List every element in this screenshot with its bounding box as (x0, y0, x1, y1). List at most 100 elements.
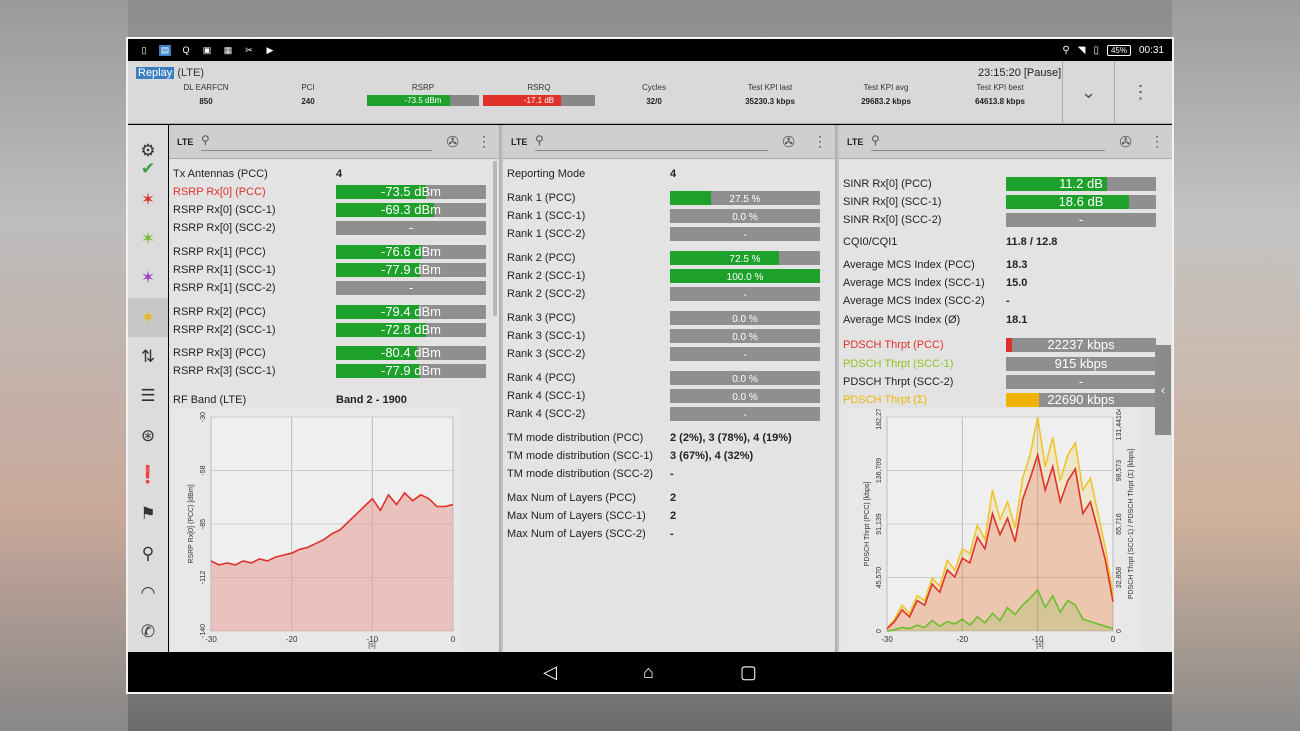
row-label: PDSCH Thrpt (SCC-1) (843, 358, 954, 370)
more-vert-icon[interactable]: ⋮ (813, 133, 827, 150)
star-purple-icon: ✶ (140, 268, 156, 288)
list-icon: ☰ (140, 386, 156, 406)
value-bar: 0.0 % (670, 389, 820, 403)
home-icon[interactable]: ⌂ (643, 662, 654, 683)
search-input[interactable]: ⚲ (871, 133, 1106, 151)
chevron-down-icon: ⌄ (1080, 82, 1097, 102)
row-value: 15.0 (1006, 277, 1028, 289)
sidebar-item-green-star[interactable]: ✶ (128, 220, 168, 259)
rank-row: Rank 2 (SCC-2) - (503, 285, 833, 303)
x-tick-label: -20 (286, 635, 298, 644)
row-label: RSRP Rx[1] (SCC-1) (173, 264, 276, 276)
rsrp-row: RSRP Rx[0] (SCC-2) - (169, 219, 499, 237)
more-vert-icon[interactable]: ⋮ (1150, 133, 1164, 150)
image-icon: ▣ (202, 44, 212, 55)
y-right-tick-label: 131,44164,289 (1116, 409, 1123, 440)
panel-toolbar: LTE ⚲ ✇ ⋮ (169, 125, 499, 159)
bar-value: 22237 kbps (1047, 338, 1115, 352)
location-icon: ⚲ (1062, 44, 1070, 56)
stat-row: Average MCS Index (SCC-2) - (839, 292, 1169, 310)
q-icon: Q (182, 44, 190, 55)
sidebar-item-location[interactable]: ⚲ (128, 534, 168, 573)
bar-value: -76.6 dBm (381, 245, 441, 259)
network-icon[interactable]: ✇ (782, 133, 795, 151)
y-tick-label: -112 (200, 571, 207, 585)
row-label: RSRP Rx[0] (SCC-2) (173, 222, 276, 234)
expand-header-button[interactable]: ⌄ (1062, 61, 1114, 124)
value-bar: -72.8 dBm (336, 323, 486, 337)
rank-row: Rank 2 (SCC-1) 100.0 % (503, 267, 833, 285)
panel-rsrp: LTE ⚲ ✇ ⋮ Tx Antennas (PCC) 4 RSRP Rx[0] … (169, 125, 501, 652)
kpi-rsrp: RSRP -73.5 dBm (367, 83, 479, 106)
tech-label: LTE (177, 136, 194, 147)
search-input[interactable]: ⚲ (201, 133, 433, 151)
more-vert-icon[interactable]: ⋮ (477, 133, 491, 150)
value-bar: 0.0 % (670, 329, 820, 343)
row-label: Rank 4 (PCC) (507, 372, 576, 384)
row-label: CQI0/CQI1 (843, 236, 898, 248)
recents-icon[interactable]: ▢ (740, 662, 757, 683)
row-label: PDSCH Thrpt (SCC-2) (843, 376, 954, 388)
y-axis-label: RSRP Rx[0] (PCC) [dBm] (188, 484, 195, 563)
sidebar-item-calls[interactable]: ✆ (128, 613, 168, 652)
sidebar-item-transfer[interactable]: ⇅ (128, 337, 168, 376)
search-input[interactable]: ⚲ (535, 133, 769, 151)
rsrp-row: RSRP Rx[3] (SCC-1) -77.9 dBm (169, 362, 499, 380)
value-bar: - (336, 281, 486, 295)
panel-sinr: LTE ⚲ ✇ ⋮ SINR Rx[0] (PCC) 11.2 dB SINR Rx… (839, 125, 1172, 652)
alert-icon: ❗ (137, 465, 159, 485)
wifi-icon: ◠ (140, 582, 156, 602)
scrollbar[interactable] (493, 161, 497, 316)
value-bar: 27.5 % (670, 191, 820, 205)
row-label: Rank 1 (SCC-2) (507, 228, 586, 240)
sidebar-item-check[interactable]: ✔ (128, 158, 168, 180)
value-bar: - (1006, 375, 1156, 389)
row-label: Rank 3 (SCC-1) (507, 330, 586, 342)
tech-label: LTE (847, 136, 864, 147)
sidebar-item-list[interactable]: ☰ (128, 377, 168, 416)
back-icon[interactable]: ◁ (543, 662, 557, 683)
row-value: - (670, 468, 674, 480)
side-drawer-handle[interactable]: ‹ (1155, 345, 1171, 435)
network-icon[interactable]: ✇ (1119, 133, 1132, 151)
bar-value: - (1078, 213, 1084, 227)
bar-value: 22690 kbps (1047, 393, 1115, 407)
sidebar-item-alerts[interactable]: ❗ (128, 455, 168, 494)
rsrp-row: RSRP Rx[1] (SCC-1) -77.9 dBm (169, 261, 499, 279)
bar-value: 72.5 % (729, 254, 761, 265)
y-tick-label: -58 (200, 465, 207, 475)
row-label: Max Num of Layers (SCC-1) (507, 510, 646, 522)
sidebar-item-wifi[interactable]: ◠ (128, 573, 168, 612)
bar-value: 0.0 % (732, 212, 758, 223)
status-bar: ▯ ▤ Q ▣ ▦ ✂ ▶ ⚲ ◥ ▯ 45% 00:31 (128, 39, 1172, 61)
x-tick-label: -30 (205, 635, 217, 644)
sidebar-item-aperture[interactable]: ⊛ (128, 416, 168, 455)
value-bar: 22237 kbps (1006, 338, 1156, 352)
rsrp-row: RSRP Rx[3] (PCC) -80.4 dBm (169, 344, 499, 362)
y-right-axis-label: PDSCH Thrpt (SCC-1) / PDSCH Thrpt (Σ) [k… (1128, 449, 1135, 599)
y-tick-label: 91,139 (876, 513, 883, 535)
value-bar: 100.0 % (670, 269, 820, 283)
sidebar-item-red-star[interactable]: ✶ (128, 180, 168, 219)
network-icon[interactable]: ✇ (446, 133, 459, 151)
sidebar-item-purple-star[interactable]: ✶ (128, 259, 168, 298)
header-menu-button[interactable]: ⋮ (1114, 61, 1166, 124)
tech-label: LTE (511, 136, 528, 147)
value-bar: -79.4 dBm (336, 305, 486, 319)
rank-row: Rank 3 (SCC-1) 0.0 % (503, 327, 833, 345)
row-label: RSRP Rx[2] (PCC) (173, 306, 266, 318)
kpi-rsrq: RSRQ -17.1 dB (483, 83, 595, 106)
bar-fill (1006, 393, 1039, 407)
row-label: Rank 4 (SCC-2) (507, 408, 586, 420)
sidebar-item-yellow-star[interactable]: ✶ (128, 298, 168, 338)
bar-fill (670, 251, 779, 265)
replay-label: Replay (LTE) (136, 67, 204, 79)
row-label: Rank 1 (PCC) (507, 192, 576, 204)
value-bar: - (670, 227, 820, 241)
value-bar: 18.6 dB (1006, 195, 1156, 209)
value-bar: 0.0 % (670, 371, 820, 385)
row-label: RSRP Rx[3] (SCC-1) (173, 365, 276, 377)
bar-value: -72.8 dBm (381, 323, 441, 337)
row-value: 2 (670, 510, 677, 522)
sidebar-item-flags[interactable]: ⚑ (128, 495, 168, 534)
